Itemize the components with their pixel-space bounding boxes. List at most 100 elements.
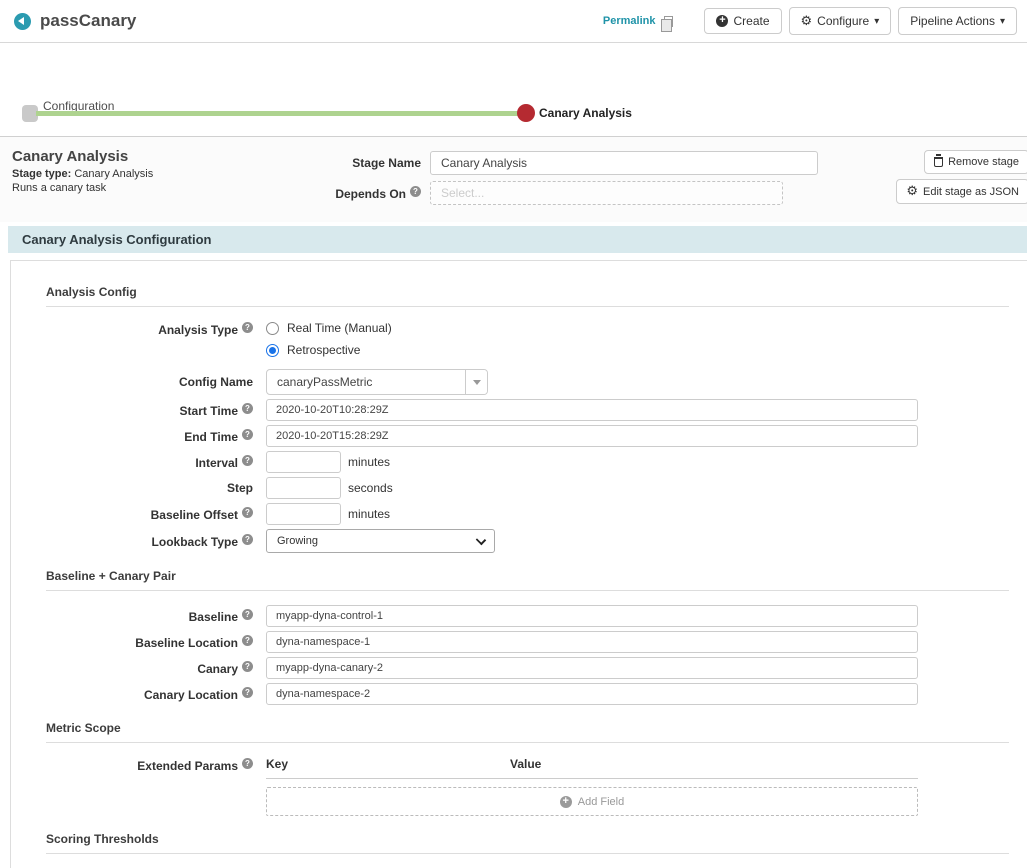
help-icon[interactable] [242, 507, 253, 518]
stage-description: Runs a canary task [12, 181, 153, 195]
baseline-label-text: Baseline [189, 610, 238, 624]
end-time-input[interactable] [266, 425, 918, 447]
baseline-label: Baseline [46, 609, 266, 624]
section-divider [46, 590, 1009, 591]
start-time-input[interactable] [266, 399, 918, 421]
config-panel: Analysis Config Analysis Type Real Time … [10, 260, 1027, 868]
edit-stage-json-button[interactable]: Edit stage as JSON [896, 179, 1027, 204]
help-icon[interactable] [242, 661, 253, 672]
remove-stage-label: Remove stage [948, 156, 1019, 168]
create-button-label: Create [733, 14, 769, 28]
step-input[interactable] [266, 477, 341, 499]
edit-json-label: Edit stage as JSON [923, 186, 1019, 198]
chevron-down-icon [1000, 13, 1005, 29]
help-icon[interactable] [242, 429, 253, 440]
interval-unit: minutes [348, 455, 390, 469]
extended-params-table-header: Key Value [266, 757, 918, 779]
help-icon[interactable] [242, 322, 253, 333]
create-button[interactable]: Create [704, 8, 781, 34]
remove-stage-button[interactable]: Remove stage [924, 150, 1027, 174]
start-time-label: Start Time [46, 403, 266, 418]
scoring-thresholds-heading: Scoring Thresholds [46, 832, 1027, 846]
baseline-offset-input[interactable] [266, 503, 341, 525]
help-icon[interactable] [242, 758, 253, 769]
canary-label-text: Canary [197, 662, 238, 676]
help-icon[interactable] [242, 609, 253, 620]
lookback-type-label: Lookback Type [46, 534, 266, 549]
radio-unchecked-icon[interactable] [266, 322, 279, 335]
analysis-config-heading: Analysis Config [46, 285, 1027, 299]
clipboard-icon[interactable] [664, 16, 673, 27]
value-column-header: Value [510, 757, 541, 771]
realtime-radio-label[interactable]: Real Time (Manual) [287, 321, 392, 335]
analysis-type-label: Analysis Type [46, 321, 266, 337]
trash-icon [934, 157, 943, 167]
help-icon[interactable] [242, 455, 253, 466]
help-icon[interactable] [242, 635, 253, 646]
config-section-header: Canary Analysis Configuration [8, 226, 1027, 253]
chevron-down-icon [874, 13, 879, 29]
canary-analysis-node[interactable] [517, 104, 535, 122]
baseline-location-input[interactable] [266, 631, 918, 653]
depends-on-select[interactable] [430, 181, 783, 205]
back-arrow-icon[interactable] [14, 13, 31, 30]
pipeline-header: passCanary Permalink Create Configure Pi… [0, 0, 1027, 43]
plus-circle-icon [560, 796, 572, 808]
extended-params-label: Extended Params [46, 757, 266, 773]
stage-name-label: Stage Name [325, 156, 421, 170]
end-time-label: End Time [46, 429, 266, 444]
extended-params-label-text: Extended Params [137, 759, 238, 773]
graph-connector-line [36, 111, 523, 116]
baseline-input[interactable] [266, 605, 918, 627]
config-name-label: Config Name [46, 375, 266, 389]
help-icon[interactable] [410, 186, 421, 197]
section-divider [46, 742, 1009, 743]
baseline-location-label: Baseline Location [46, 635, 266, 650]
add-field-button[interactable]: Add Field [266, 787, 918, 816]
depends-on-label: Depends On [325, 186, 421, 201]
permalink-link[interactable]: Permalink [603, 15, 656, 27]
gear-icon [801, 14, 813, 28]
configure-button[interactable]: Configure [789, 7, 892, 35]
baseline-offset-label-text: Baseline Offset [151, 508, 238, 522]
stage-name-input[interactable] [430, 151, 818, 175]
baseline-location-label-text: Baseline Location [135, 636, 238, 650]
config-name-value: canaryPassMetric [267, 370, 465, 394]
pipeline-actions-button[interactable]: Pipeline Actions [898, 7, 1017, 35]
lookback-type-label-text: Lookback Type [152, 535, 238, 549]
canary-analysis-node-label[interactable]: Canary Analysis [539, 106, 632, 120]
help-icon[interactable] [242, 687, 253, 698]
canary-label: Canary [46, 661, 266, 676]
baseline-offset-label: Baseline Offset [46, 507, 266, 522]
interval-input[interactable] [266, 451, 341, 473]
section-divider [46, 306, 1009, 307]
section-divider [46, 853, 1009, 854]
interval-label-text: Interval [195, 456, 238, 470]
end-time-label-text: End Time [184, 430, 238, 444]
canary-location-label: Canary Location [46, 687, 266, 702]
radio-checked-icon[interactable] [266, 344, 279, 357]
canary-location-label-text: Canary Location [144, 688, 238, 702]
retrospective-radio-option[interactable]: Retrospective [266, 343, 392, 357]
pipeline-graph: Configuration Canary Analysis Add stage … [0, 43, 1027, 137]
help-icon[interactable] [242, 403, 253, 414]
pipeline-actions-label: Pipeline Actions [910, 14, 995, 28]
retrospective-radio-label[interactable]: Retrospective [287, 343, 360, 357]
stage-type-value: Canary Analysis [74, 168, 153, 180]
step-label: Step [46, 481, 266, 495]
page-title: passCanary [40, 11, 136, 31]
configure-button-label: Configure [817, 14, 869, 28]
config-name-select[interactable]: canaryPassMetric [266, 369, 488, 395]
gear-icon [906, 185, 918, 198]
stage-title: Canary Analysis [12, 148, 153, 165]
lookback-type-select[interactable]: Growing [266, 529, 495, 553]
interval-label: Interval [46, 455, 266, 470]
canary-location-input[interactable] [266, 683, 918, 705]
dropdown-toggle-icon[interactable] [465, 370, 487, 394]
start-time-label-text: Start Time [180, 404, 238, 418]
baseline-canary-heading: Baseline + Canary Pair [46, 569, 1027, 583]
depends-on-label-text: Depends On [335, 187, 406, 201]
help-icon[interactable] [242, 534, 253, 545]
canary-input[interactable] [266, 657, 918, 679]
realtime-radio-option[interactable]: Real Time (Manual) [266, 321, 392, 335]
